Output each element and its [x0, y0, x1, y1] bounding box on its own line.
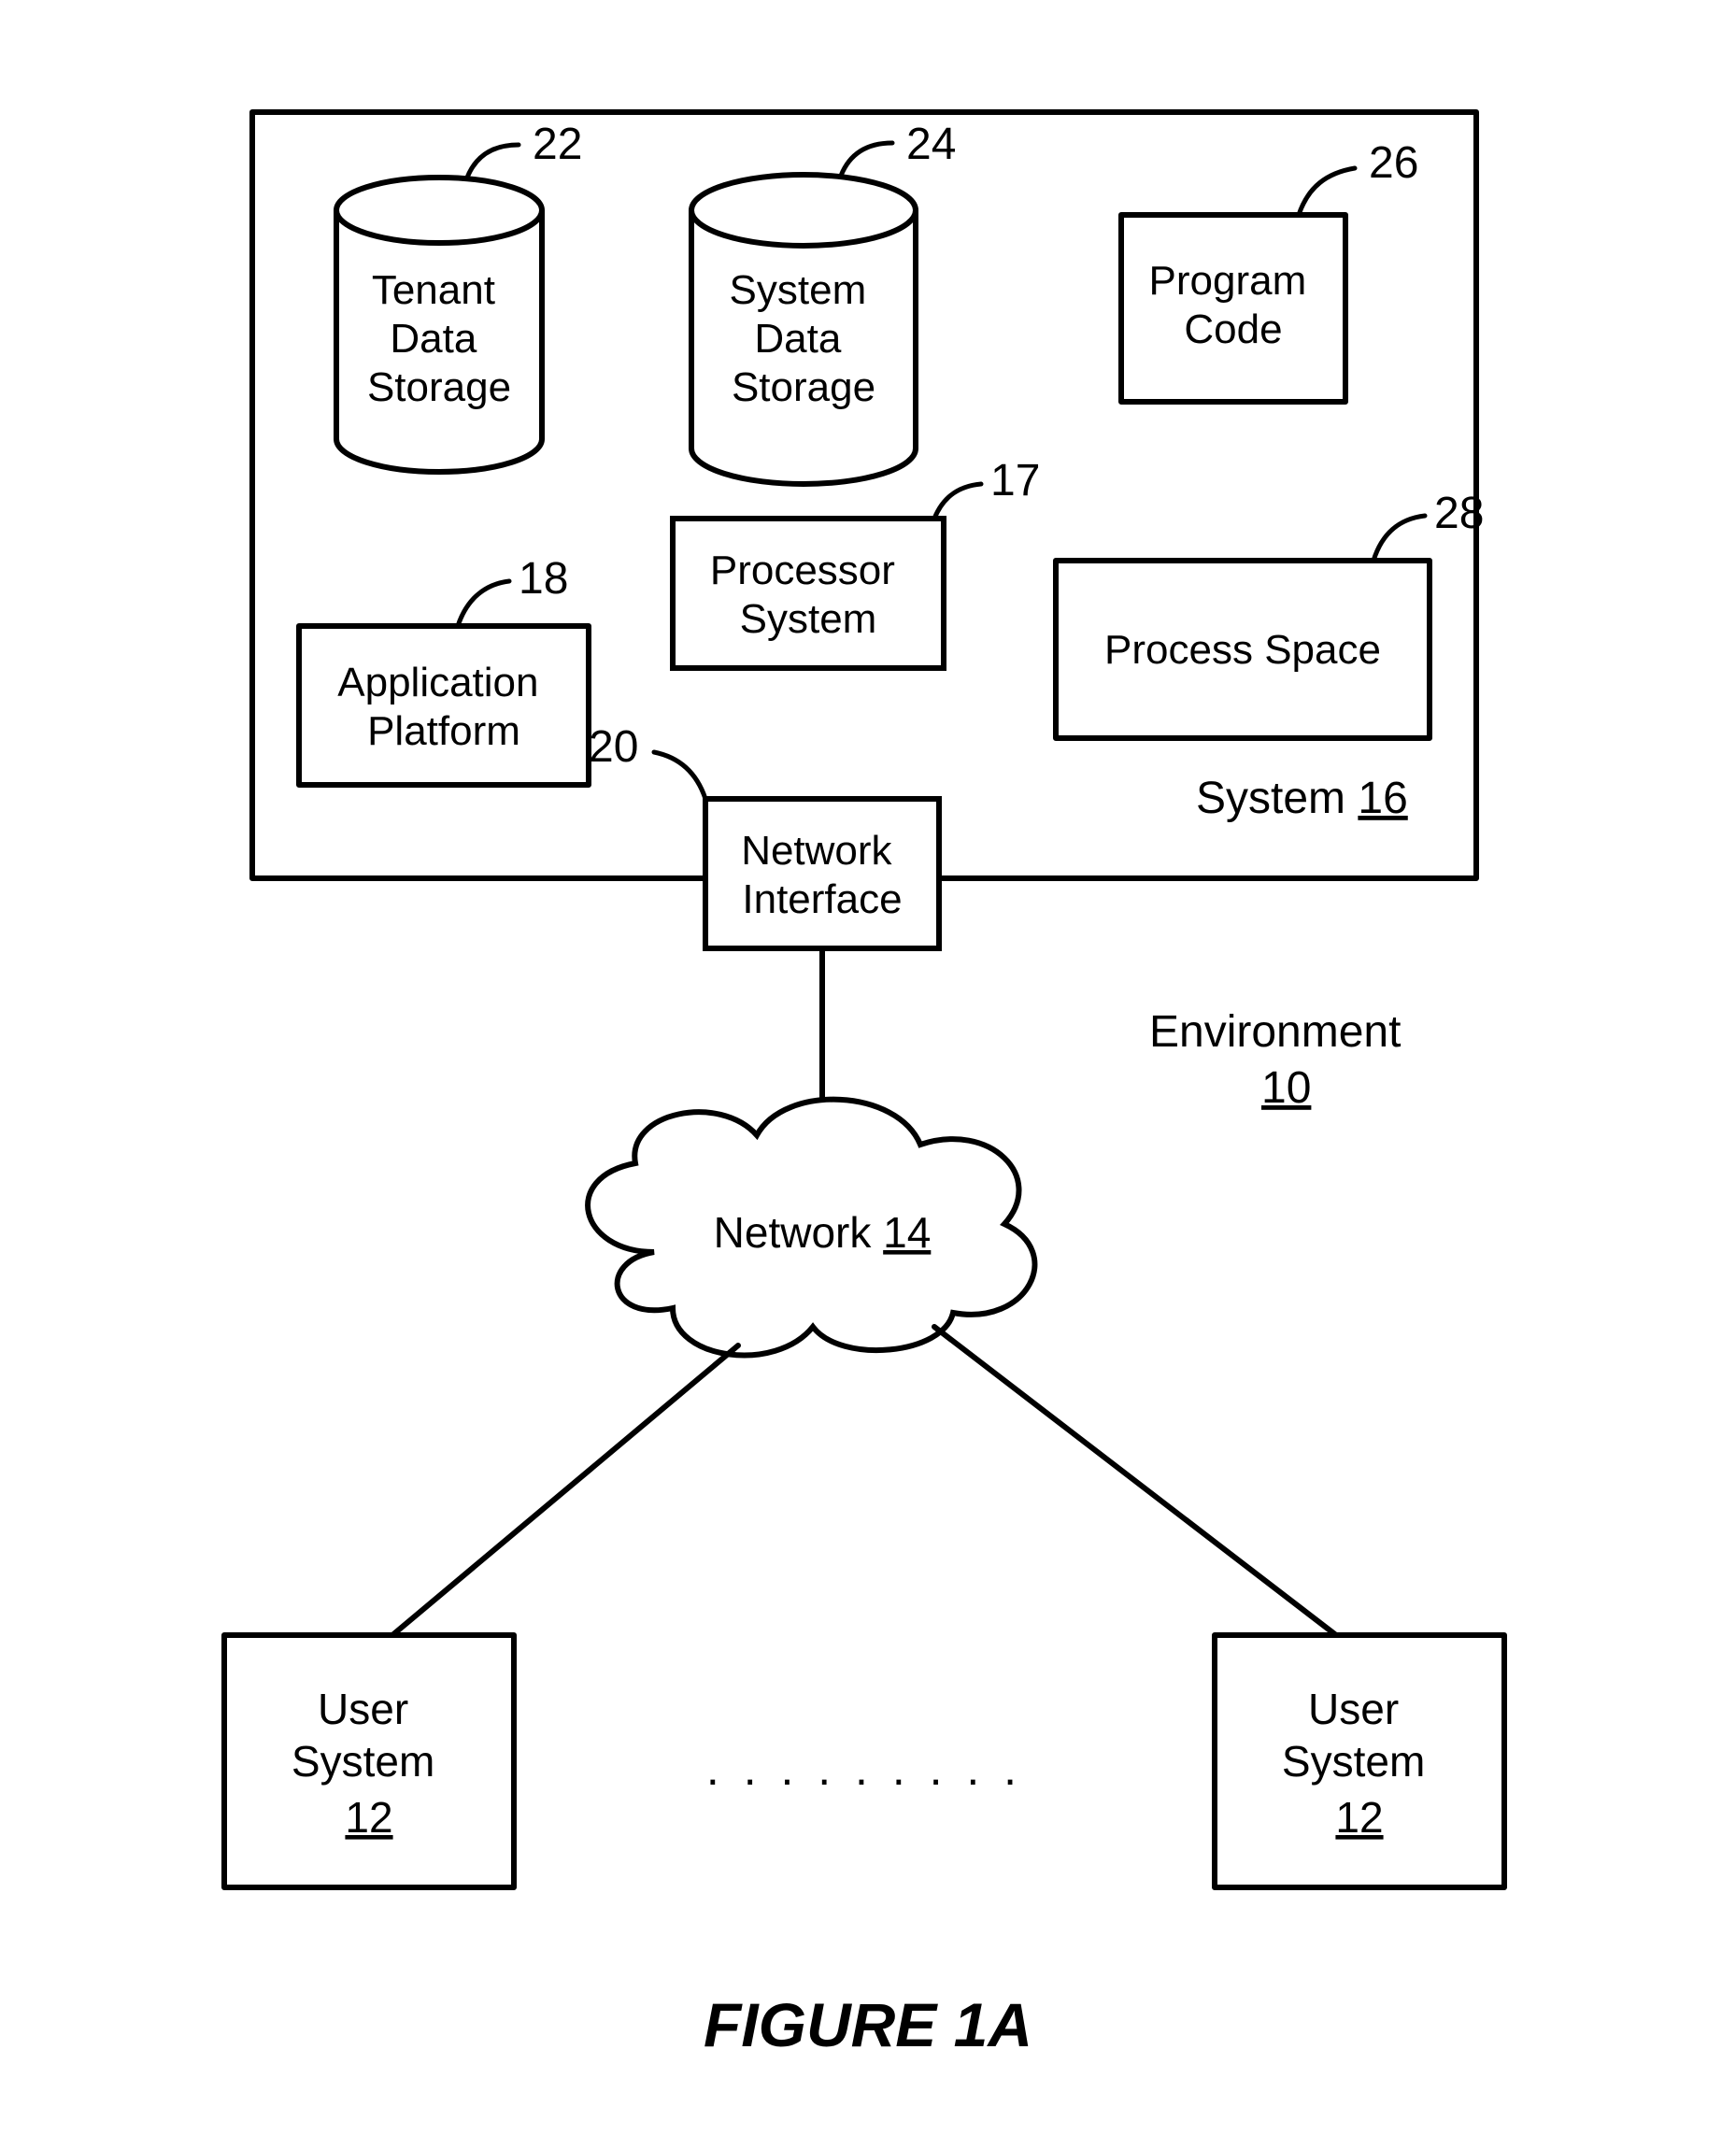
system-data-storage-ref: 24 — [906, 120, 956, 169]
tenant-data-storage-ref: 22 — [533, 120, 582, 169]
user-system-right: User System 12 — [1215, 1635, 1504, 1887]
diagram-svg: System 16 Tenant Data Storage 22 System … — [0, 0, 1736, 2135]
network-cloud: Network 14 — [588, 1100, 1034, 1356]
user-system-left: User System 12 — [224, 1635, 514, 1887]
user-system-right-label: User System 12 — [1282, 1685, 1437, 1842]
application-platform: Application Platform 18 — [299, 554, 589, 785]
network-label: Network 14 — [714, 1208, 932, 1257]
process-space-label: Process Space — [1104, 627, 1381, 673]
figure-title: FIGURE 1A — [704, 1990, 1032, 2059]
link-network-user-left — [392, 1345, 738, 1635]
process-space-ref: 28 — [1434, 489, 1484, 538]
processor-system-ref: 17 — [990, 456, 1040, 505]
application-platform-ref: 18 — [519, 554, 568, 604]
program-code-label: Program Code — [1149, 258, 1318, 352]
process-space: Process Space 28 — [1056, 489, 1484, 738]
processor-system: Processor System 17 — [673, 456, 1040, 668]
program-code-ref: 26 — [1369, 138, 1418, 188]
system-label: System 16 — [1196, 774, 1408, 823]
link-network-user-right — [934, 1327, 1336, 1635]
network-interface-ref: 20 — [589, 722, 638, 772]
tenant-data-storage: Tenant Data Storage 22 — [336, 120, 582, 472]
network-interface: Network Interface 20 — [589, 722, 939, 948]
application-platform-label: Application Platform — [337, 660, 550, 754]
program-code: Program Code 26 — [1121, 138, 1418, 402]
environment-label: Environment 10 — [1149, 1007, 1414, 1113]
ellipsis: . . . . . . . . . — [706, 1743, 1022, 1795]
user-system-left-label: User System 12 — [292, 1685, 447, 1842]
system-data-storage: System Data Storage 24 — [691, 120, 956, 484]
